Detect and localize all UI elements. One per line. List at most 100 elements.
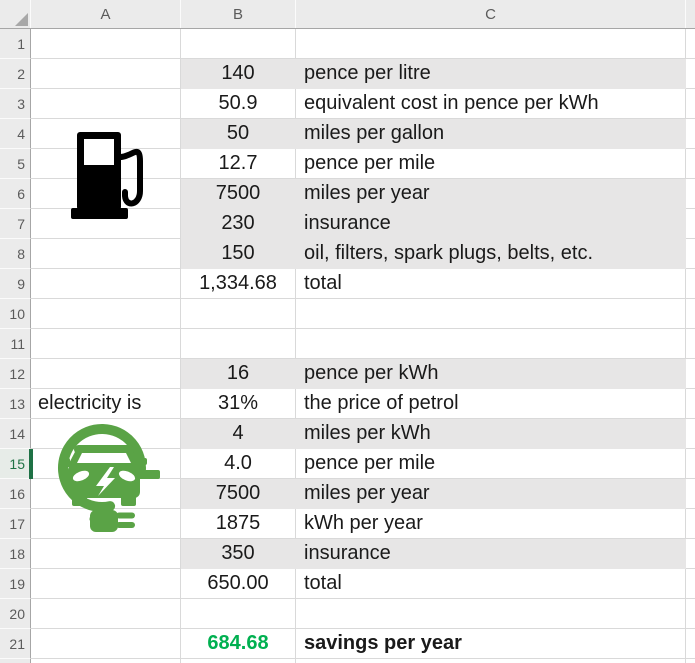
cell-d-sliver[interactable] <box>686 89 695 119</box>
row-header[interactable]: 21 <box>0 629 31 659</box>
cell-d-sliver[interactable] <box>686 449 695 479</box>
row-header[interactable]: 1 <box>0 29 31 59</box>
cell-c18[interactable]: insurance <box>296 539 686 569</box>
row-header[interactable]: 3 <box>0 89 31 119</box>
row-header[interactable]: 4 <box>0 119 31 149</box>
cell-b14[interactable]: 4 <box>181 419 296 449</box>
cell-b1[interactable] <box>181 29 296 59</box>
column-header-a[interactable]: A <box>31 0 181 28</box>
electric-car-charging-icon[interactable] <box>48 420 168 542</box>
cell-a19[interactable] <box>31 569 181 599</box>
column-header-b[interactable]: B <box>181 0 296 28</box>
row-header[interactable]: 11 <box>0 329 31 359</box>
cell-b8[interactable]: 150 <box>181 239 296 269</box>
cell-b15[interactable]: 4.0 <box>181 449 296 479</box>
cell-c8[interactable]: oil, filters, spark plugs, belts, etc. <box>296 239 686 269</box>
cell-c19[interactable]: total <box>296 569 686 599</box>
row-header[interactable]: 7 <box>0 209 31 239</box>
row-header[interactable]: 19 <box>0 569 31 599</box>
cell-a21[interactable] <box>31 629 181 659</box>
row-header[interactable]: 9 <box>0 269 31 299</box>
cell-d-sliver[interactable] <box>686 329 695 359</box>
cell-b11[interactable] <box>181 329 296 359</box>
cell-b18[interactable]: 350 <box>181 539 296 569</box>
cell-d-sliver[interactable] <box>686 239 695 269</box>
cell-a12[interactable] <box>31 359 181 389</box>
cell-c12[interactable]: pence per kWh <box>296 359 686 389</box>
cell-c16[interactable]: miles per year <box>296 479 686 509</box>
cell-d-sliver[interactable] <box>686 359 695 389</box>
cell-d-sliver[interactable] <box>686 629 695 659</box>
cell-a9[interactable] <box>31 269 181 299</box>
column-header-d-sliver[interactable] <box>686 0 695 28</box>
cell-b5[interactable]: 12.7 <box>181 149 296 179</box>
row-header-active[interactable]: 15 <box>0 449 31 479</box>
cell-b21-savings-value[interactable]: 684.68 <box>181 629 296 659</box>
cell-d-sliver[interactable] <box>686 59 695 89</box>
cell-a8[interactable] <box>31 239 181 269</box>
cell-b19[interactable]: 650.00 <box>181 569 296 599</box>
cell-d-sliver[interactable] <box>686 509 695 539</box>
row-header[interactable]: 14 <box>0 419 31 449</box>
row-header[interactable]: 8 <box>0 239 31 269</box>
cell-c5[interactable]: pence per mile <box>296 149 686 179</box>
row-header[interactable]: 2 <box>0 59 31 89</box>
cell-c9[interactable]: total <box>296 269 686 299</box>
cell-a3[interactable] <box>31 89 181 119</box>
cell-a18[interactable] <box>31 539 181 569</box>
row-header[interactable]: 10 <box>0 299 31 329</box>
cell-a10[interactable] <box>31 299 181 329</box>
cell-c2[interactable]: pence per litre <box>296 59 686 89</box>
cell-b4[interactable]: 50 <box>181 119 296 149</box>
cell-b20[interactable] <box>181 599 296 629</box>
fuel-pump-icon[interactable] <box>70 131 148 221</box>
cell-a2[interactable] <box>31 59 181 89</box>
cell-c21-savings-label[interactable]: savings per year <box>296 629 686 659</box>
cell-d-sliver[interactable] <box>686 149 695 179</box>
row-header[interactable]: 12 <box>0 359 31 389</box>
select-all-corner[interactable] <box>0 0 31 28</box>
cell-d-sliver[interactable] <box>686 389 695 419</box>
cell-c14[interactable]: miles per kWh <box>296 419 686 449</box>
cell-c7[interactable]: insurance <box>296 209 686 239</box>
cell-a20[interactable] <box>31 599 181 629</box>
cell-a11[interactable] <box>31 329 181 359</box>
cell-b13[interactable]: 31% <box>181 389 296 419</box>
cell-d-sliver[interactable] <box>686 269 695 299</box>
cell-d-sliver[interactable] <box>686 29 695 59</box>
row-header[interactable]: 13 <box>0 389 31 419</box>
cell-d-sliver[interactable] <box>686 599 695 629</box>
cell-a13[interactable]: electricity is <box>31 389 181 419</box>
row-header[interactable]: 5 <box>0 149 31 179</box>
cell-b7[interactable]: 230 <box>181 209 296 239</box>
cell-c20[interactable] <box>296 599 686 629</box>
cell-c4[interactable]: miles per gallon <box>296 119 686 149</box>
cell-b10[interactable] <box>181 299 296 329</box>
cell-b2[interactable]: 140 <box>181 59 296 89</box>
cell-c6[interactable]: miles per year <box>296 179 686 209</box>
row-header[interactable]: 6 <box>0 179 31 209</box>
column-header-c[interactable]: C <box>296 0 686 28</box>
cell-b3[interactable]: 50.9 <box>181 89 296 119</box>
cell-c13[interactable]: the price of petrol <box>296 389 686 419</box>
cell-d-sliver[interactable] <box>686 179 695 209</box>
cell-c3[interactable]: equivalent cost in pence per kWh <box>296 89 686 119</box>
cell-b17[interactable]: 1875 <box>181 509 296 539</box>
cell-d-sliver[interactable] <box>686 539 695 569</box>
row-header[interactable]: 20 <box>0 599 31 629</box>
cell-c17[interactable]: kWh per year <box>296 509 686 539</box>
cell-d-sliver[interactable] <box>686 209 695 239</box>
cell-a1[interactable] <box>31 29 181 59</box>
row-header[interactable]: 18 <box>0 539 31 569</box>
cell-b6[interactable]: 7500 <box>181 179 296 209</box>
cell-c10[interactable] <box>296 299 686 329</box>
cell-d-sliver[interactable] <box>686 479 695 509</box>
cell-d-sliver[interactable] <box>686 119 695 149</box>
cell-d-sliver[interactable] <box>686 419 695 449</box>
cell-c11[interactable] <box>296 329 686 359</box>
cell-c1[interactable] <box>296 29 686 59</box>
row-header[interactable]: 17 <box>0 509 31 539</box>
cell-c15[interactable]: pence per mile <box>296 449 686 479</box>
cell-b16[interactable]: 7500 <box>181 479 296 509</box>
cell-d-sliver[interactable] <box>686 299 695 329</box>
